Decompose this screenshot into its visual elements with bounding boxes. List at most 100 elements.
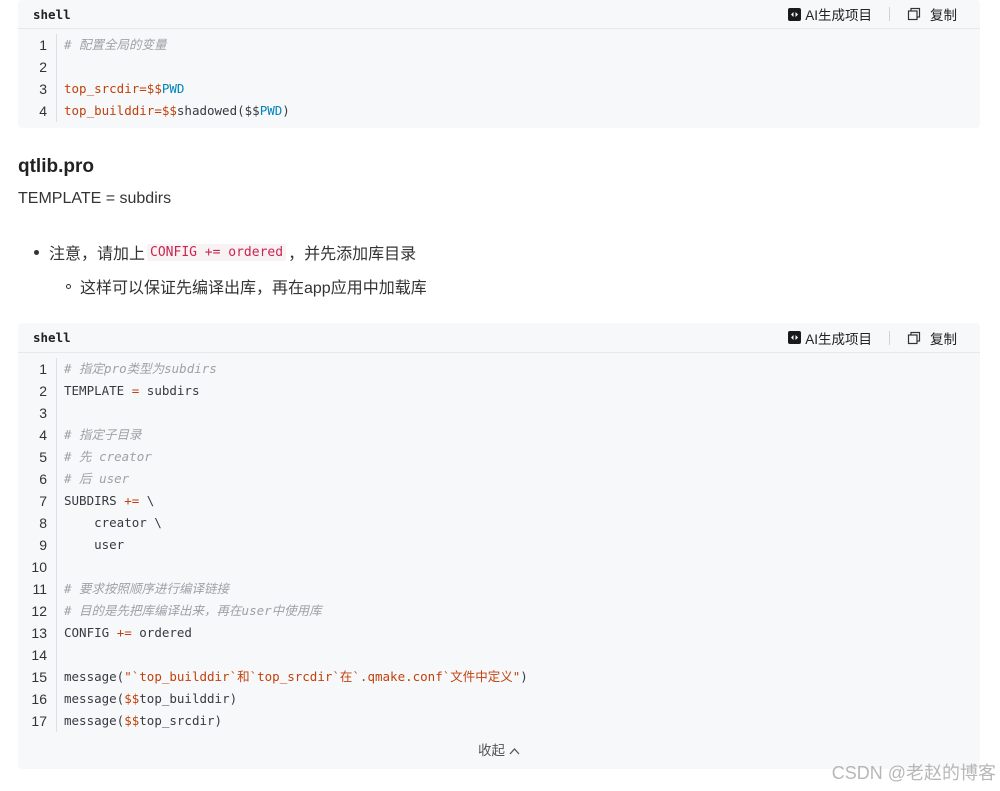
line-number: 1 [18,358,57,380]
line-number: 4 [18,424,57,446]
code-token: message( [64,669,125,684]
inline-code: CONFIG += ordered [147,243,287,261]
bullet-disc-icon [34,249,39,255]
code-token: creator \ [64,515,162,530]
code-language-label: shell [33,330,71,345]
code-line: 4 top_builddir=$$shadowed($$PWD) [18,100,980,122]
list-item-nested: 这样可以保证先编译出库，再在app应用中加载库 [66,274,427,298]
code-token: message( [64,713,125,728]
collapse-button[interactable]: 收起 [18,739,980,759]
code-text: # 目的是先把库编译出来，再在user中使用库 [57,600,322,622]
code-actions: AI生成项目 复制 [788,328,957,348]
code-text: # 配置全局的变量 [57,34,167,56]
line-number: 5 [18,446,57,468]
code-token: += [124,493,140,508]
code-line: 4 # 指定子目录 [18,424,980,446]
code-line: 2 [18,56,980,78]
code-token: $$ [161,103,177,118]
code-token: user [64,537,125,552]
code-line: 16 message($$top_builddir) [18,688,980,710]
line-number: 3 [18,402,57,424]
copy-button[interactable]: 复制 [907,4,957,24]
code-line: 12 # 目的是先把库编译出来，再在user中使用库 [18,600,980,622]
code-token: ) [520,669,528,684]
line-number: 6 [18,468,57,490]
code-text: top_srcdir=$$PWD [57,78,184,100]
code-text: message($$top_builddir) [57,688,237,710]
code-token: $$ [124,713,140,728]
code-line: 17 message($$top_srcdir) [18,710,980,732]
code-line: 15 message("`top_builddir`和`top_srcdir`在`… [18,666,980,688]
code-text: # 要求按照顺序进行编译链接 [57,578,229,600]
code-token: # 要求按照顺序进行编译链接 [64,581,230,596]
line-number: 2 [18,380,57,402]
code-body[interactable]: 1 # 配置全局的变量 2 3 top_srcdir=$$PWD 4 top_builddi… [18,29,980,122]
code-token: \ [139,493,155,508]
ai-generate-label: AI生成项目 [805,331,872,347]
code-token: PWD [161,81,185,96]
line-number: 1 [18,34,57,56]
code-line: 13 CONFIG += ordered [18,622,980,644]
code-actions: AI生成项目 复制 [788,4,957,24]
code-body[interactable]: 1 # 指定pro类型为subdirs 2 TEMPLATE = subdirs 3 4 #… [18,353,980,732]
code-line: 3 top_srcdir=$$PWD [18,78,980,100]
code-token: = [154,103,162,118]
chevron-up-icon [509,748,520,755]
code-token: top_builddir) [139,691,238,706]
code-token: # 指定pro类型为subdirs [64,361,217,376]
bullet-text-before: 注意，请加上 [49,246,146,263]
code-line: 6 # 后 user [18,468,980,490]
code-language-label: shell [33,6,71,22]
code-token: CONFIG [64,625,117,640]
code-token: SUBDIRS [64,493,125,508]
code-token: # 目的是先把库编译出来，再在user中使用库 [64,603,322,618]
code-text: # 指定pro类型为subdirs [57,358,217,380]
code-token: $$ [124,691,140,706]
code-token: = [139,81,147,96]
code-text: creator \ [57,512,162,534]
bullet-circle-icon [66,283,71,289]
line-number: 7 [18,490,57,512]
code-token: # 配置全局的变量 [64,37,167,52]
ai-generate-button[interactable]: AI生成项目 [788,328,872,348]
copy-icon [907,7,921,21]
line-number: 16 [18,688,57,710]
code-token: top_builddir [64,103,155,118]
divider [889,7,890,21]
code-text: message("`top_builddir`和`top_srcdir`在`.q… [57,666,528,688]
code-line: 1 # 配置全局的变量 [18,34,980,56]
line-number: 8 [18,512,57,534]
code-text: # 后 user [57,468,129,490]
code-block-header: shell AI生成项目 复制 [18,0,980,29]
line-number: 17 [18,710,57,732]
copy-button[interactable]: 复制 [907,328,957,348]
code-line: 10 [18,556,980,578]
line-number: 3 [18,78,57,100]
copy-label: 复制 [930,8,957,23]
line-number: 11 [18,578,57,600]
code-token: ) [282,103,290,118]
line-number: 4 [18,100,57,122]
nested-bullet-text: 这样可以保证先编译出库，再在app应用中加载库 [80,280,427,297]
code-text: SUBDIRS += \ [57,490,154,512]
code-line: 5 # 先 creator [18,446,980,468]
code-token: message( [64,691,125,706]
code-line: 1 # 指定pro类型为subdirs [18,358,980,380]
code-token: TEMPLATE [64,383,132,398]
ai-generate-button[interactable]: AI生成项目 [788,4,872,24]
code-token: ordered [131,625,192,640]
code-block-1: shell AI生成项目 复制 1 # 配置全局的变量 2 3 top_srcdir=$… [18,0,980,128]
template-paragraph: TEMPLATE = subdirs [18,190,172,207]
line-number: 9 [18,534,57,556]
copy-label: 复制 [930,331,957,347]
copy-icon [907,331,921,344]
code-line: 2 TEMPLATE = subdirs [18,380,980,402]
code-line: 11 # 要求按照顺序进行编译链接 [18,578,980,600]
code-text: top_builddir=$$shadowed($$PWD) [57,100,290,122]
code-line: 8 creator \ [18,512,980,534]
code-token: top_srcdir) [139,713,223,728]
